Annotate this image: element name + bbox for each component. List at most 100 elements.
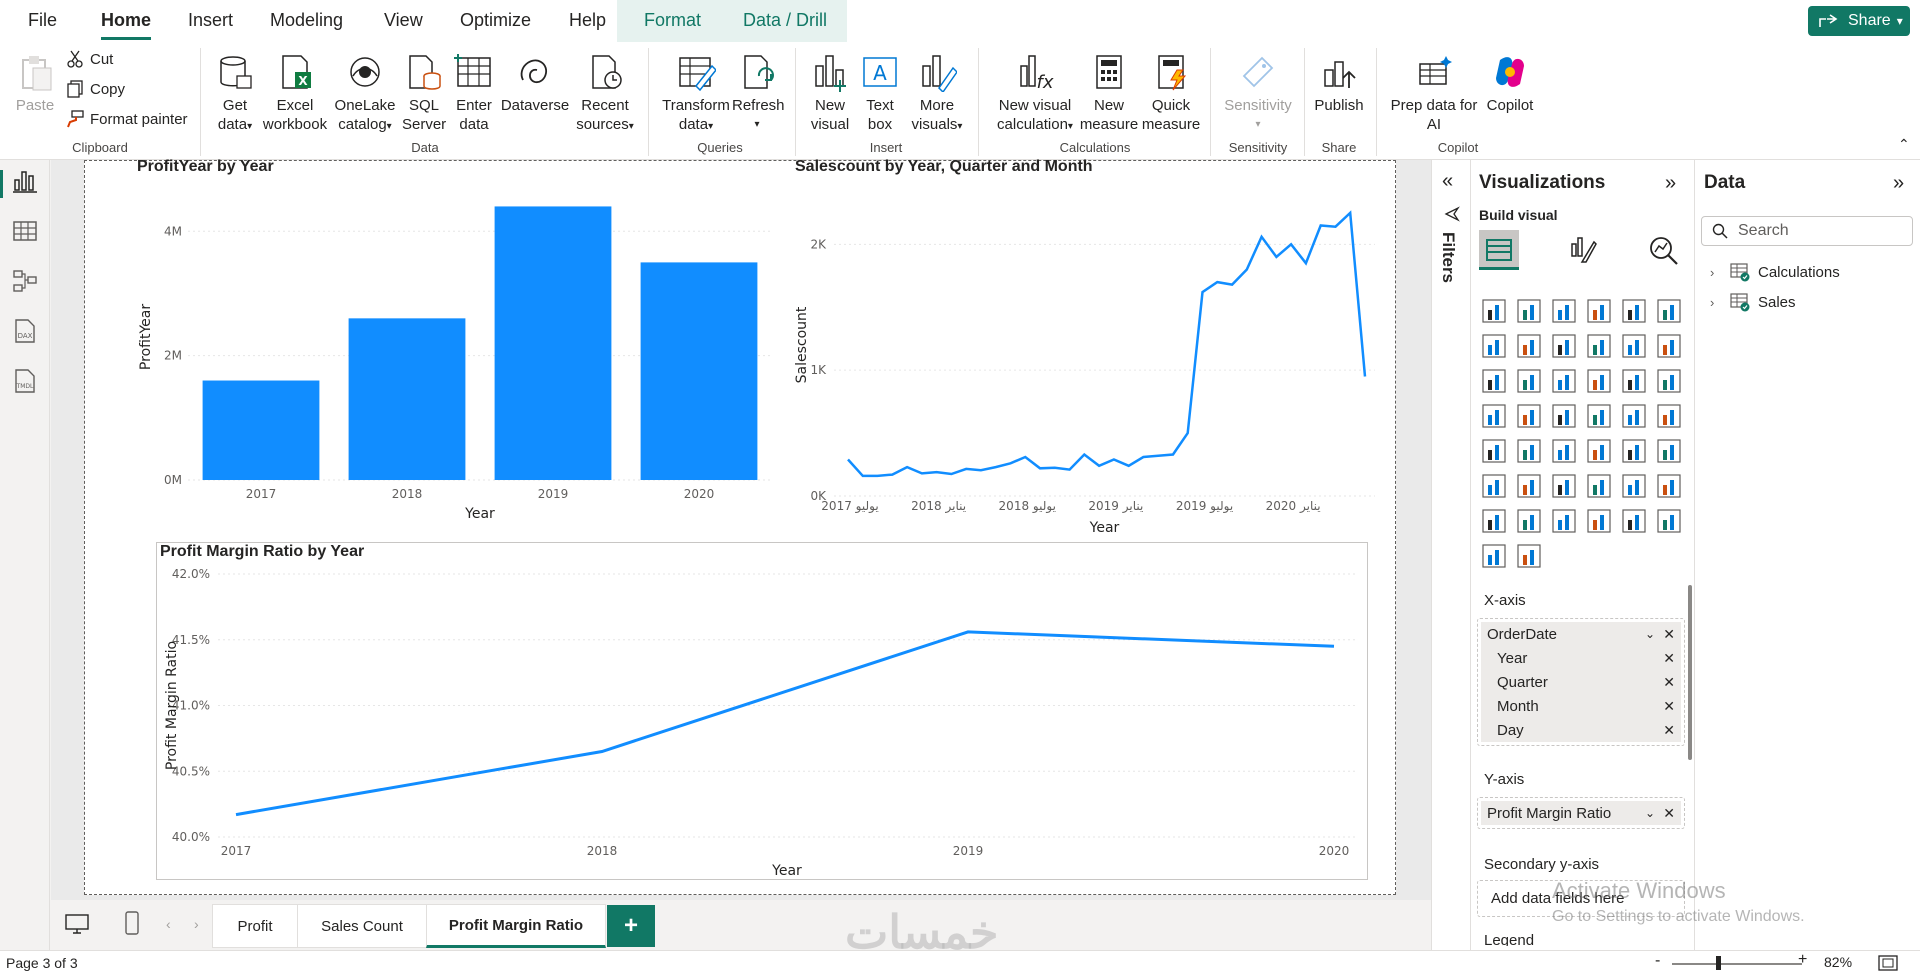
page-tab[interactable]: Sales Count <box>297 904 427 948</box>
mobile-layout-icon[interactable] <box>124 910 140 936</box>
visual-type-icon[interactable] <box>1517 299 1541 323</box>
remove-field-icon[interactable]: ✕ <box>1663 674 1675 691</box>
remove-field-icon[interactable]: ✕ <box>1663 626 1675 643</box>
visual-type-icon[interactable] <box>1587 299 1611 323</box>
visual-type-icon[interactable] <box>1657 369 1681 393</box>
visual-type-icon[interactable] <box>1657 404 1681 428</box>
copy-button[interactable]: Copy <box>66 80 125 98</box>
visual-type-icon[interactable] <box>1517 334 1541 358</box>
visual-type-icon[interactable] <box>1622 299 1646 323</box>
zoom-slider-thumb[interactable] <box>1716 956 1721 970</box>
chevron-down-icon[interactable]: ⌄ <box>1645 806 1655 820</box>
zoom-out-icon[interactable]: - <box>1655 952 1660 970</box>
zoom-slider-track[interactable] <box>1672 963 1802 965</box>
visual-type-icon[interactable] <box>1587 334 1611 358</box>
desktop-layout-icon[interactable] <box>64 912 90 936</box>
visual-type-icon[interactable] <box>1482 544 1506 568</box>
enter-data-button[interactable]: Enter data <box>452 52 496 134</box>
xaxis-well[interactable]: OrderDate ⌄ ✕ Year ✕ Quarter ✕ Month ✕ Day ✕ <box>1477 618 1685 746</box>
add-page-button[interactable]: + <box>607 905 655 947</box>
table-calculations[interactable]: › Calculations <box>1710 262 1840 282</box>
analytics-tab[interactable] <box>1643 230 1683 270</box>
remove-field-icon[interactable]: ✕ <box>1663 650 1675 667</box>
transform-data-button[interactable]: Transform data▾ <box>660 52 732 136</box>
visual-type-icon[interactable] <box>1517 509 1541 533</box>
visual-type-icon[interactable] <box>1482 369 1506 393</box>
new-measure-button[interactable]: New measure <box>1078 52 1140 134</box>
visual-type-icon[interactable] <box>1552 509 1576 533</box>
remove-field-icon[interactable]: ✕ <box>1663 805 1675 822</box>
visual-type-icon[interactable] <box>1552 404 1576 428</box>
menu-data-drill[interactable]: Data / Drill <box>743 10 827 31</box>
get-data-button[interactable]: Get data▾ <box>210 52 260 136</box>
new-visual-button[interactable]: New visual <box>806 52 854 134</box>
menu-format[interactable]: Format <box>644 10 701 31</box>
table-sales[interactable]: › Sales <box>1710 292 1796 312</box>
excel-workbook-button[interactable]: X Excel workbook <box>262 52 328 134</box>
visual-type-icon[interactable] <box>1657 299 1681 323</box>
page-tab-active[interactable]: Profit Margin Ratio <box>426 904 606 948</box>
share-button[interactable]: Share ▾ <box>1808 6 1910 36</box>
chevron-left-icon[interactable]: ‹ <box>166 916 171 932</box>
visual-type-icon[interactable] <box>1552 334 1576 358</box>
report-view-icon[interactable] <box>12 168 38 194</box>
xaxis-subfield[interactable]: Quarter ✕ <box>1481 670 1681 694</box>
chevron-right-icon[interactable]: › <box>1710 295 1726 310</box>
onelake-catalog-button[interactable]: OneLake catalog▾ <box>332 52 398 136</box>
data-search-input[interactable]: Search <box>1701 216 1913 246</box>
visual-type-icon[interactable] <box>1517 474 1541 498</box>
sql-server-button[interactable]: SQL Server <box>402 52 446 134</box>
visual-type-icon[interactable] <box>1622 334 1646 358</box>
collapse-ribbon-icon[interactable]: ⌃ <box>1898 136 1910 153</box>
yaxis-field[interactable]: Profit Margin Ratio ⌄ ✕ <box>1481 801 1681 825</box>
visual-type-icon[interactable] <box>1587 474 1611 498</box>
salescount-line-chart[interactable]: 0K1K2Kيوليو 2017 يناير 2018 يوليو 2018 يناي… <box>790 180 1390 540</box>
format-visual-tab[interactable] <box>1562 230 1602 270</box>
remove-field-icon[interactable]: ✕ <box>1663 698 1675 715</box>
visual-type-icon[interactable] <box>1482 474 1506 498</box>
menu-file[interactable]: File <box>28 10 57 31</box>
visual-type-icon[interactable] <box>1622 509 1646 533</box>
visualizations-scrollbar[interactable] <box>1688 585 1692 760</box>
visual-type-icon[interactable] <box>1517 404 1541 428</box>
sensitivity-button[interactable]: Sensitivity ▾ <box>1218 52 1298 134</box>
copilot-button[interactable]: Copilot <box>1480 52 1540 115</box>
visual-type-icon[interactable] <box>1587 369 1611 393</box>
xaxis-subfield[interactable]: Day ✕ <box>1481 718 1681 742</box>
visual-type-icon[interactable] <box>1552 299 1576 323</box>
zoom-in-icon[interactable]: + <box>1798 951 1807 969</box>
paste-button[interactable]: Paste <box>14 52 56 115</box>
cut-button[interactable]: Cut <box>66 50 113 68</box>
visual-type-icon[interactable] <box>1517 544 1541 568</box>
visual-type-icon[interactable] <box>1587 509 1611 533</box>
menu-home[interactable]: Home <box>101 10 152 40</box>
visual-type-icon[interactable] <box>1482 404 1506 428</box>
table-view-icon[interactable] <box>12 218 38 244</box>
visual-type-icon[interactable] <box>1552 474 1576 498</box>
menu-modeling[interactable]: Modeling <box>270 10 343 31</box>
visual-type-icon[interactable] <box>1622 474 1646 498</box>
more-visuals-button[interactable]: More visuals▾ <box>908 52 966 136</box>
quick-measure-button[interactable]: Quick measure <box>1140 52 1202 134</box>
recent-sources-button[interactable]: Recent sources▾ <box>574 52 636 136</box>
visual-type-icon[interactable] <box>1482 334 1506 358</box>
build-visual-tab[interactable] <box>1479 230 1519 270</box>
visual-type-icon[interactable] <box>1482 299 1506 323</box>
visual-type-icon[interactable] <box>1657 334 1681 358</box>
chevron-right-icon[interactable]: › <box>194 916 199 932</box>
yaxis-well[interactable]: Profit Margin Ratio ⌄ ✕ <box>1477 797 1685 829</box>
expand-filters-icon[interactable]: « <box>1442 170 1453 193</box>
margin-line-chart[interactable]: 40.0%40.5%41.0%41.5%42.0%2017 2018 2019 202… <box>156 560 1368 880</box>
collapse-visualizations-icon[interactable]: » <box>1665 172 1676 195</box>
visual-type-icon[interactable] <box>1657 439 1681 463</box>
dax-query-view-icon[interactable]: DAX <box>12 318 38 344</box>
remove-field-icon[interactable]: ✕ <box>1663 722 1675 739</box>
publish-button[interactable]: Publish <box>1310 52 1368 115</box>
dataverse-button[interactable]: Dataverse <box>500 52 570 115</box>
visual-type-icon[interactable] <box>1622 369 1646 393</box>
menu-optimize[interactable]: Optimize <box>460 10 531 31</box>
menu-insert[interactable]: Insert <box>188 10 233 31</box>
text-box-button[interactable]: A Text box <box>858 52 902 134</box>
fit-to-page-icon[interactable] <box>1878 955 1898 971</box>
visual-type-icon[interactable] <box>1552 369 1576 393</box>
